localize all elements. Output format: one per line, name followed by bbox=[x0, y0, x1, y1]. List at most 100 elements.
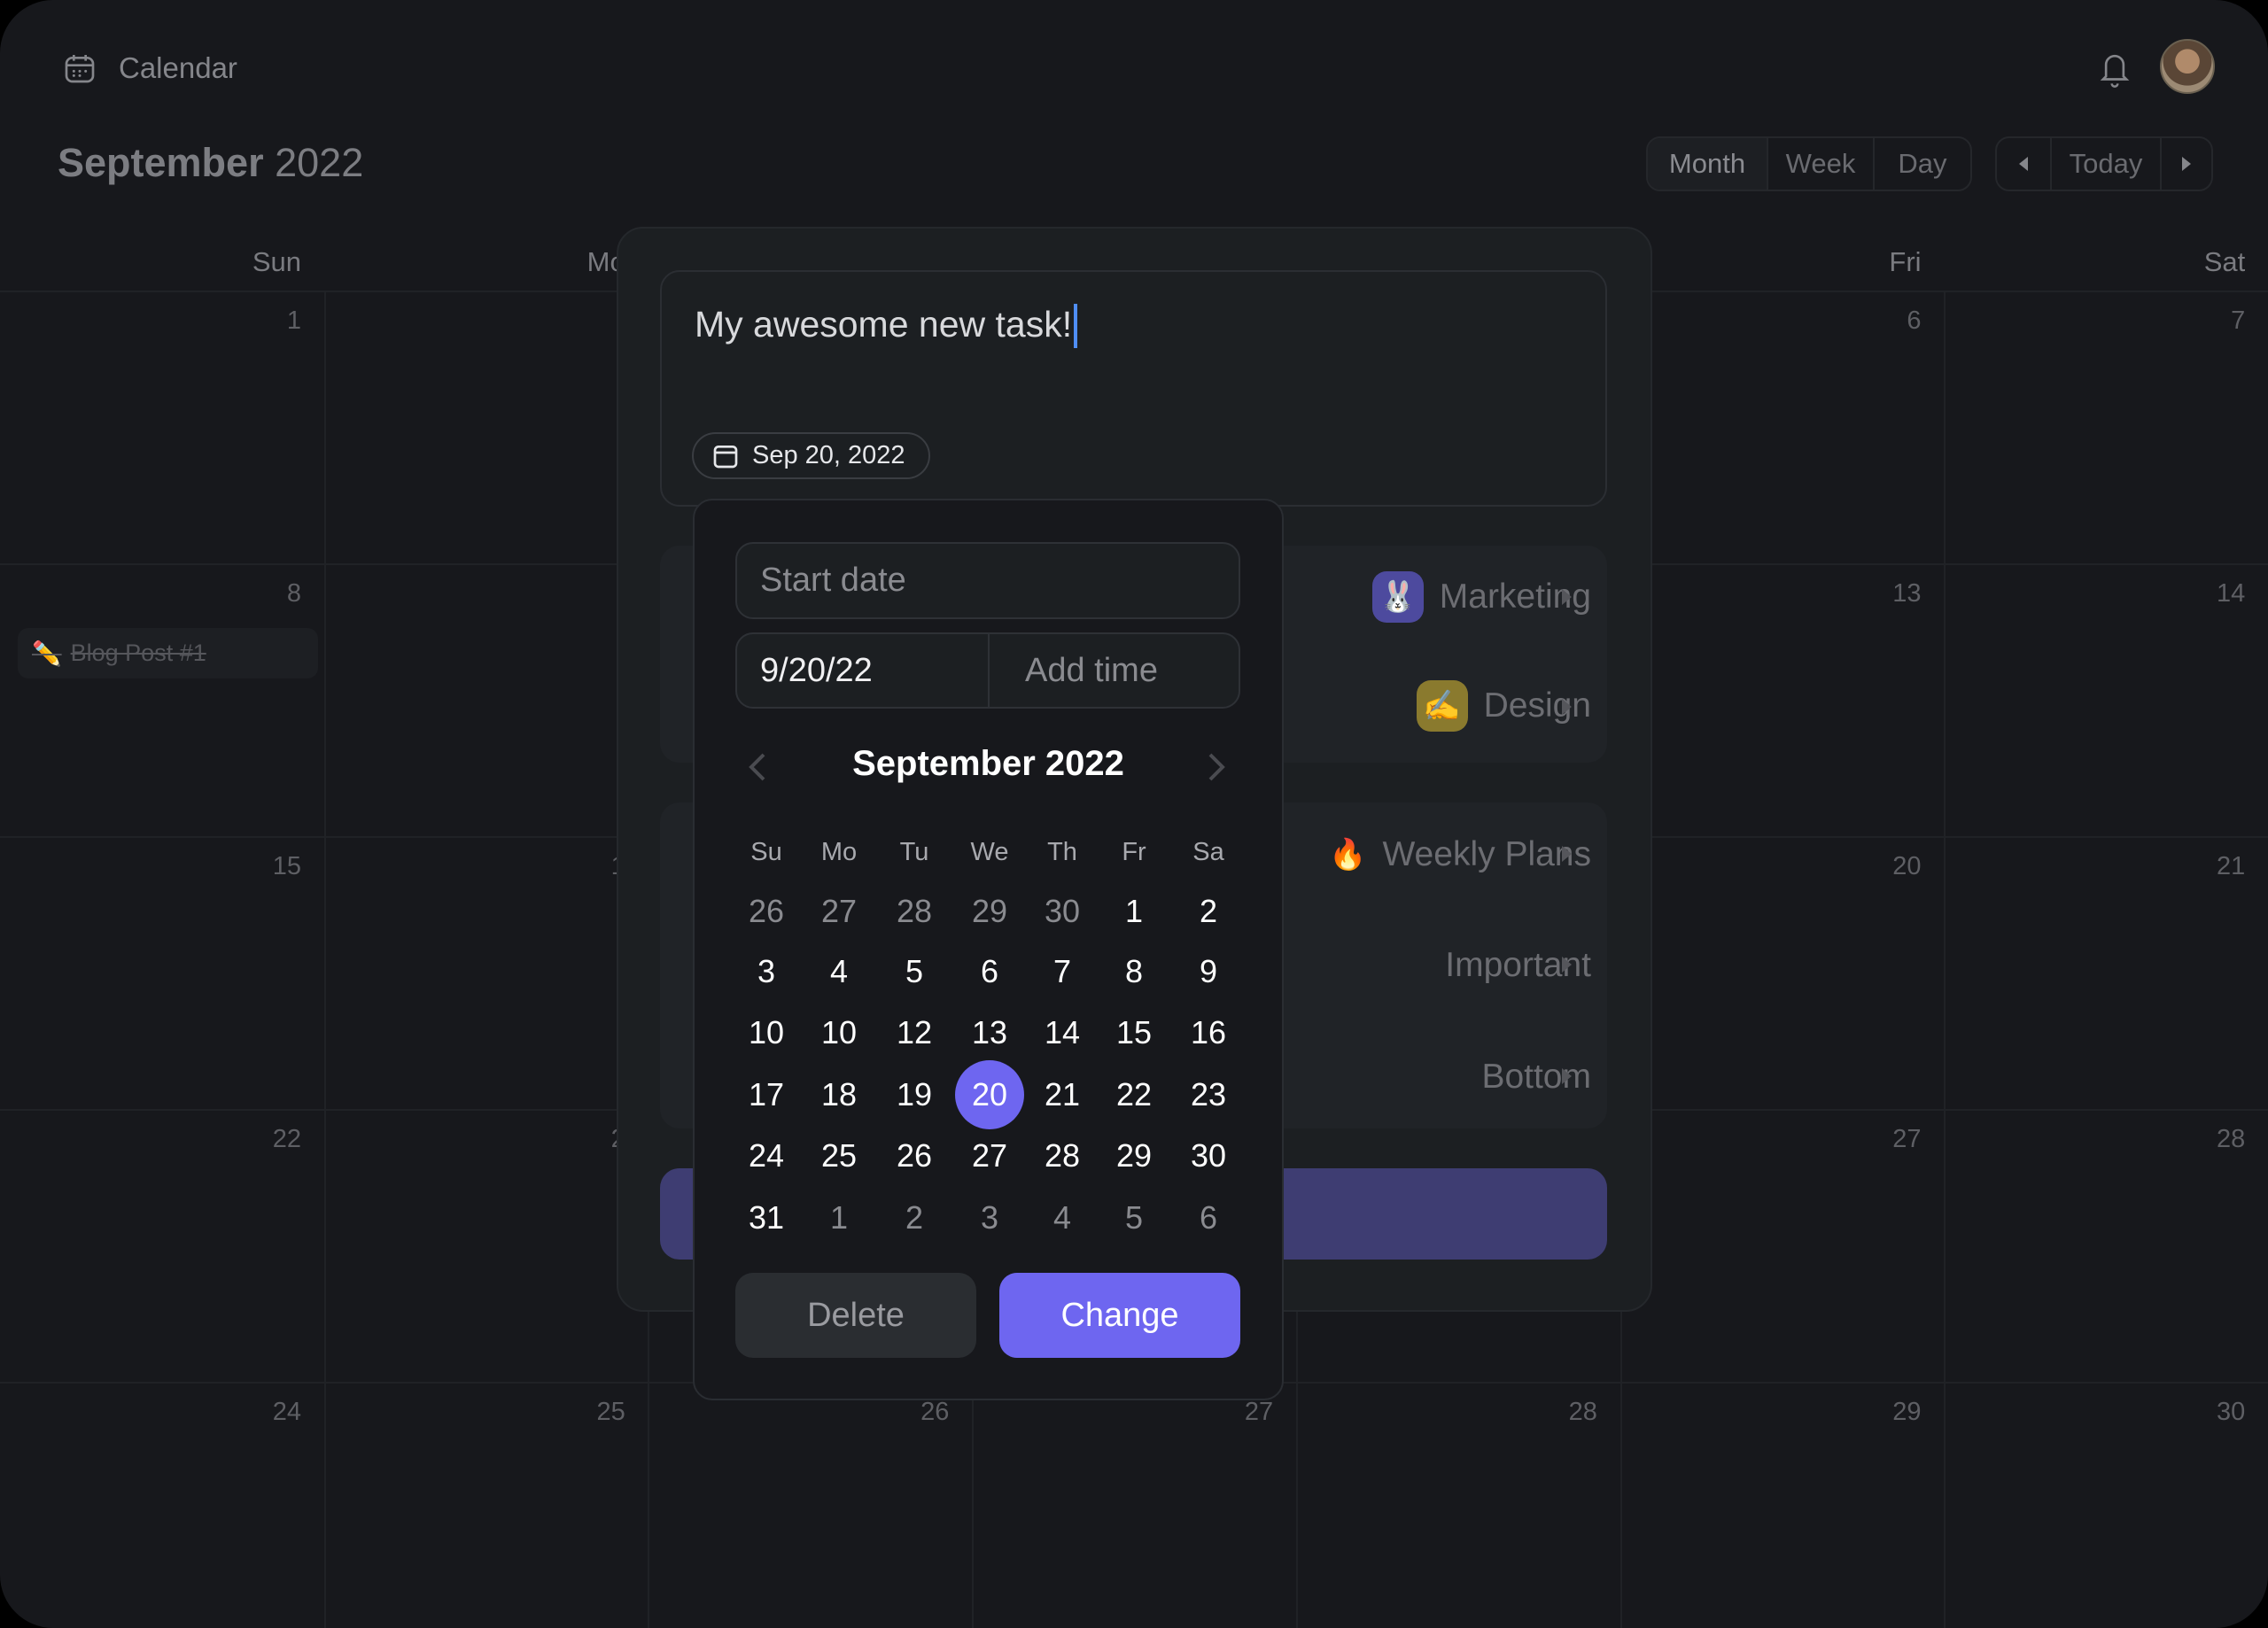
picker-day[interactable]: 5 bbox=[879, 937, 950, 1006]
picker-weekday: Sa bbox=[1192, 838, 1224, 866]
chevron-right-icon[interactable] bbox=[1207, 751, 1228, 783]
picker-day[interactable]: 1 bbox=[1099, 877, 1169, 946]
menu-item-marketing[interactable]: 🐰 Marketing bbox=[1371, 571, 1591, 623]
today-button[interactable]: Today bbox=[2052, 138, 2162, 190]
writing-hand-icon: ✍️ bbox=[1416, 680, 1468, 732]
start-date-input[interactable]: Start date bbox=[735, 542, 1240, 619]
date-chip[interactable]: Sep 20, 2022 bbox=[692, 432, 930, 479]
day-cell-number[interactable]: 1 bbox=[324, 852, 625, 881]
title-year: 2022 bbox=[275, 140, 364, 185]
picker-day[interactable]: 5 bbox=[1099, 1183, 1169, 1252]
day-cell-number[interactable]: 1 bbox=[0, 306, 301, 336]
event-blog-post[interactable]: ✏️ Blog Post #1 bbox=[18, 628, 318, 678]
caret-right-icon bbox=[1562, 957, 1572, 973]
caret-right-icon bbox=[2182, 157, 2191, 171]
day-cell-number[interactable]: 28 bbox=[1944, 1125, 2245, 1154]
day-cell-number[interactable]: 7 bbox=[1944, 306, 2245, 336]
menu-item-weekly-plans[interactable]: 🔥 Weekly Plans bbox=[1329, 835, 1591, 874]
picker-day[interactable]: 2 bbox=[879, 1183, 950, 1252]
picker-day[interactable]: 12 bbox=[879, 998, 950, 1067]
day-cell-number[interactable]: 22 bbox=[0, 1125, 301, 1154]
picker-day[interactable]: 16 bbox=[1173, 998, 1244, 1067]
change-button[interactable]: Change bbox=[999, 1273, 1240, 1358]
picker-day[interactable]: 3 bbox=[954, 1183, 1025, 1252]
picker-day[interactable]: 27 bbox=[954, 1121, 1025, 1190]
picker-day[interactable]: 10 bbox=[804, 998, 874, 1067]
picker-day[interactable]: 18 bbox=[804, 1060, 874, 1129]
avatar[interactable] bbox=[2160, 39, 2215, 94]
picker-day[interactable]: 6 bbox=[1173, 1183, 1244, 1252]
page-title: September 2022 bbox=[58, 140, 363, 186]
day-cell-number[interactable]: 28 bbox=[1296, 1398, 1597, 1427]
picker-day[interactable]: 29 bbox=[1099, 1121, 1169, 1190]
picker-day[interactable]: 23 bbox=[1173, 1060, 1244, 1129]
caret-right-icon bbox=[1562, 589, 1572, 605]
menu-label: Design bbox=[1483, 686, 1591, 725]
picker-day[interactable]: 31 bbox=[731, 1183, 802, 1252]
picker-day[interactable]: 29 bbox=[954, 877, 1025, 946]
picker-day[interactable]: 27 bbox=[804, 877, 874, 946]
picker-day[interactable]: 14 bbox=[1027, 998, 1098, 1067]
picker-weekday: Mo bbox=[820, 838, 858, 866]
time-input[interactable]: Add time bbox=[990, 634, 1239, 707]
day-cell-number[interactable]: 14 bbox=[1944, 579, 2245, 609]
picker-day[interactable]: 13 bbox=[954, 998, 1025, 1067]
day-cell-number[interactable]: 27 bbox=[1620, 1125, 1921, 1154]
tab-month[interactable]: Month bbox=[1648, 138, 1768, 190]
picker-day[interactable]: 26 bbox=[731, 877, 802, 946]
day-cell-number[interactable]: 6 bbox=[1620, 306, 1921, 336]
tab-week[interactable]: Week bbox=[1768, 138, 1875, 190]
picker-day[interactable]: 6 bbox=[954, 937, 1025, 1006]
picker-weekday: Tu bbox=[899, 838, 929, 866]
pencil-icon: ✏️ bbox=[32, 640, 62, 667]
day-cell-number[interactable]: 21 bbox=[1944, 852, 2245, 881]
next-button[interactable] bbox=[2162, 138, 2211, 190]
date-input[interactable]: 9/20/22 bbox=[737, 634, 990, 707]
picker-day[interactable]: 7 bbox=[1027, 937, 1098, 1006]
day-cell-number[interactable]: 25 bbox=[324, 1398, 625, 1427]
picker-day[interactable]: 28 bbox=[1027, 1121, 1098, 1190]
picker-day[interactable]: 30 bbox=[1027, 877, 1098, 946]
picker-weekday: Su bbox=[750, 838, 782, 866]
day-cell-number[interactable]: 24 bbox=[0, 1398, 301, 1427]
picker-day[interactable]: 25 bbox=[804, 1121, 874, 1190]
picker-day[interactable]: 4 bbox=[804, 937, 874, 1006]
day-cell-number[interactable]: 15 bbox=[0, 852, 301, 881]
caret-left-icon bbox=[2019, 157, 2028, 171]
picker-day[interactable]: 3 bbox=[731, 937, 802, 1006]
bell-icon[interactable] bbox=[2097, 49, 2132, 89]
day-cell-number[interactable]: 26 bbox=[648, 1398, 949, 1427]
picker-day[interactable]: 24 bbox=[731, 1121, 802, 1190]
day-cell-number[interactable]: 29 bbox=[1620, 1398, 1921, 1427]
day-cell-number[interactable]: 30 bbox=[1944, 1398, 2245, 1427]
tab-day[interactable]: Day bbox=[1875, 138, 1970, 190]
picker-day[interactable]: 19 bbox=[879, 1060, 950, 1129]
day-cell-number[interactable]: 27 bbox=[972, 1398, 1273, 1427]
picker-day[interactable]: 15 bbox=[1099, 998, 1169, 1067]
day-cell-number[interactable]: 13 bbox=[1620, 579, 1921, 609]
day-cell-number[interactable]: 8 bbox=[0, 579, 301, 609]
task-title-input[interactable]: My awesome new task! bbox=[695, 304, 1072, 345]
picker-weekday: Th bbox=[1047, 838, 1077, 866]
picker-day[interactable]: 1 bbox=[804, 1183, 874, 1252]
picker-day[interactable]: 2 bbox=[1173, 877, 1244, 946]
day-cell-number[interactable]: 2 bbox=[324, 1125, 625, 1154]
day-cell-number[interactable]: 20 bbox=[1620, 852, 1921, 881]
picker-day[interactable]: 21 bbox=[1027, 1060, 1098, 1129]
picker-day[interactable]: 22 bbox=[1099, 1060, 1169, 1129]
picker-day[interactable]: 10 bbox=[731, 998, 802, 1067]
picker-day[interactable]: 8 bbox=[1099, 937, 1169, 1006]
grid-line bbox=[1944, 291, 1946, 1628]
picker-day[interactable]: 9 bbox=[1173, 937, 1244, 1006]
picker-day[interactable]: 30 bbox=[1173, 1121, 1244, 1190]
picker-day[interactable]: 17 bbox=[731, 1060, 802, 1129]
picker-day[interactable]: 4 bbox=[1027, 1183, 1098, 1252]
rabbit-icon: 🐰 bbox=[1371, 571, 1424, 623]
prev-button[interactable] bbox=[1997, 138, 2052, 190]
picker-day[interactable]: 28 bbox=[879, 877, 950, 946]
caret-right-icon bbox=[1562, 846, 1572, 862]
picker-day-selected[interactable]: 20 bbox=[954, 1060, 1025, 1129]
delete-button[interactable]: Delete bbox=[735, 1273, 976, 1358]
menu-item-bottom[interactable]: Bottom bbox=[1481, 1058, 1591, 1097]
picker-day[interactable]: 26 bbox=[879, 1121, 950, 1190]
